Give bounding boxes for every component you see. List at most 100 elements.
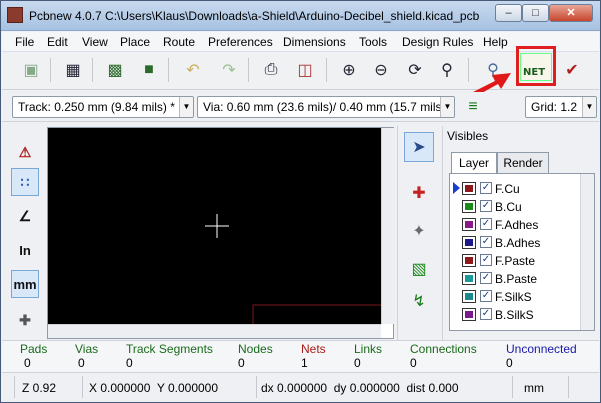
app-icon bbox=[7, 7, 23, 23]
minimize-button[interactable]: – bbox=[495, 4, 522, 22]
layer-name: B.Cu bbox=[495, 200, 522, 214]
cursor-shape-icon[interactable]: ✚ bbox=[11, 306, 39, 334]
stat-label-nets: Nets bbox=[301, 342, 326, 356]
layer-row[interactable]: ✓ B.Adhes bbox=[450, 234, 580, 251]
maximize-button[interactable]: □ bbox=[522, 4, 549, 22]
layer-row[interactable]: ✓ F.SilkS bbox=[450, 288, 580, 305]
layer-color-swatch[interactable] bbox=[462, 254, 476, 267]
local-ratsnest-icon[interactable]: ✦ bbox=[404, 216, 434, 246]
menu-route[interactable]: Route bbox=[163, 35, 195, 49]
new-board-icon[interactable]: ▣ bbox=[18, 57, 44, 83]
layer-color-swatch[interactable] bbox=[462, 182, 476, 195]
layer-row[interactable]: ✓ B.Paste bbox=[450, 270, 580, 287]
stat-label-nodes: Nodes bbox=[238, 342, 273, 356]
menu-preferences[interactable]: Preferences bbox=[208, 35, 273, 49]
page-border bbox=[252, 304, 381, 324]
menu-design-rules[interactable]: Design Rules bbox=[402, 35, 473, 49]
add-module-icon[interactable]: ▧ bbox=[404, 254, 434, 284]
tab-layer[interactable]: Layer bbox=[451, 152, 497, 174]
layer-checkbox[interactable]: ✓ bbox=[480, 182, 492, 194]
layer-row[interactable]: ✓ B.Cu bbox=[450, 198, 580, 215]
layer-row[interactable]: ✓ F.Cu bbox=[450, 180, 580, 197]
menu-dimensions[interactable]: Dimensions bbox=[283, 35, 346, 49]
layer-name: F.Cu bbox=[495, 182, 520, 196]
polar-coords-icon[interactable]: ∠ bbox=[11, 202, 39, 230]
status-separator bbox=[82, 376, 83, 398]
undo-icon[interactable]: ↶ bbox=[180, 57, 206, 83]
redo-icon[interactable]: ↷ bbox=[216, 57, 242, 83]
layer-color-swatch[interactable] bbox=[462, 218, 476, 231]
layer-checkbox[interactable]: ✓ bbox=[480, 200, 492, 212]
track-width-value: Track: 0.250 mm (9.84 mils) * bbox=[18, 100, 175, 114]
stat-label-pads: Pads bbox=[20, 342, 48, 356]
pcbnew-window: Pcbnew 4.0.7 C:\Users\Klaus\Downloads\a-… bbox=[0, 0, 601, 403]
menu-file[interactable]: File bbox=[15, 35, 34, 49]
layer-checkbox[interactable]: ✓ bbox=[480, 236, 492, 248]
stat-label-links: Links bbox=[354, 342, 383, 356]
zoom-out-icon[interactable]: ⊖ bbox=[368, 57, 394, 83]
menu-edit[interactable]: Edit bbox=[47, 35, 68, 49]
via-size-value: Via: 0.60 mm (23.6 mils)/ 0.40 mm (15.7 … bbox=[203, 100, 454, 114]
chevron-down-icon: ▼ bbox=[582, 97, 596, 117]
layer-list: ✓ F.Cu ✓ B.Cu ✓ F.Adhes ✓ B.Adhes ✓ F.Pa… bbox=[449, 173, 595, 331]
load-module-icon[interactable]: ▩ bbox=[102, 57, 128, 83]
module-editor-icon[interactable]: ■ bbox=[136, 57, 162, 83]
toolbar-separator bbox=[248, 58, 249, 82]
layer-color-swatch[interactable] bbox=[462, 200, 476, 213]
grid-select[interactable]: Grid: 1.2 ▼ bbox=[525, 96, 597, 118]
menu-help[interactable]: Help bbox=[483, 35, 508, 49]
netlist-icon[interactable]: NET bbox=[520, 53, 552, 81]
plot-icon[interactable]: ◫ bbox=[292, 57, 318, 83]
layer-checkbox[interactable]: ✓ bbox=[480, 254, 492, 266]
auto-track-width-icon[interactable]: ≡ bbox=[460, 94, 486, 120]
layer-color-swatch[interactable] bbox=[462, 290, 476, 303]
print-icon[interactable]: ⎙ bbox=[258, 57, 284, 83]
drawing-canvas[interactable] bbox=[48, 128, 381, 324]
toolbar-separator bbox=[168, 58, 169, 82]
highlight-net-icon[interactable]: ✚ bbox=[404, 178, 434, 208]
status-units: mm bbox=[524, 381, 544, 395]
layer-row[interactable]: ✓ F.Adhes bbox=[450, 216, 580, 233]
stat-label-track-segments: Track Segments bbox=[126, 342, 213, 356]
layer-color-swatch[interactable] bbox=[462, 308, 476, 321]
layer-list-scrollbar[interactable] bbox=[580, 174, 594, 330]
drc-icon[interactable]: ✔ bbox=[559, 57, 585, 83]
menu-view[interactable]: View bbox=[82, 35, 108, 49]
status-bar: Z 0.92 X 0.000000 Y 0.000000 dx 0.000000… bbox=[2, 372, 599, 402]
zoom-auto-icon[interactable]: ⚲ bbox=[434, 57, 460, 83]
horizontal-scrollbar[interactable] bbox=[48, 324, 381, 338]
options-bar: Track: 0.250 mm (9.84 mils) * ▼ Via: 0.6… bbox=[2, 92, 599, 122]
layer-checkbox[interactable]: ✓ bbox=[480, 308, 492, 320]
layer-name: B.Adhes bbox=[495, 236, 541, 250]
grid-dots-icon[interactable]: ∷ bbox=[11, 168, 39, 196]
layer-name: B.Paste bbox=[495, 272, 538, 286]
vertical-scrollbar[interactable] bbox=[381, 128, 394, 324]
page-settings-icon[interactable]: ▦ bbox=[60, 57, 86, 83]
layer-checkbox[interactable]: ✓ bbox=[480, 290, 492, 302]
layer-color-swatch[interactable] bbox=[462, 236, 476, 249]
redraw-icon[interactable]: ⟳ bbox=[402, 57, 428, 83]
units-inch-button[interactable]: In bbox=[11, 236, 39, 264]
units-mm-button[interactable]: mm bbox=[11, 270, 39, 298]
layer-checkbox[interactable]: ✓ bbox=[480, 218, 492, 230]
menu-tools[interactable]: Tools bbox=[359, 35, 387, 49]
layer-name: B.SilkS bbox=[495, 308, 534, 322]
drawing-canvas-frame bbox=[47, 127, 394, 339]
tab-render[interactable]: Render bbox=[497, 152, 549, 174]
grid-value: Grid: 1.2 bbox=[531, 100, 578, 114]
select-tool-icon[interactable]: ➤ bbox=[404, 132, 434, 162]
close-button[interactable]: ✕ bbox=[549, 4, 593, 22]
zoom-in-icon[interactable]: ⊕ bbox=[336, 57, 362, 83]
drc-off-icon[interactable]: ⚠ bbox=[11, 138, 39, 166]
layer-checkbox[interactable]: ✓ bbox=[480, 272, 492, 284]
visibles-panel: Visibles Layer Render ✓ F.Cu ✓ B.Cu ✓ F.… bbox=[442, 126, 599, 340]
menu-place[interactable]: Place bbox=[120, 35, 150, 49]
track-width-select[interactable]: Track: 0.250 mm (9.84 mils) * ▼ bbox=[12, 96, 194, 118]
layer-row[interactable]: ✓ B.SilkS bbox=[450, 306, 580, 323]
swatch-fill bbox=[465, 311, 473, 318]
add-track-icon[interactable]: ↯ bbox=[404, 286, 434, 316]
layer-row[interactable]: ✓ F.Paste bbox=[450, 252, 580, 269]
swatch-fill bbox=[465, 257, 473, 264]
layer-color-swatch[interactable] bbox=[462, 272, 476, 285]
via-size-select[interactable]: Via: 0.60 mm (23.6 mils)/ 0.40 mm (15.7 … bbox=[197, 96, 455, 118]
